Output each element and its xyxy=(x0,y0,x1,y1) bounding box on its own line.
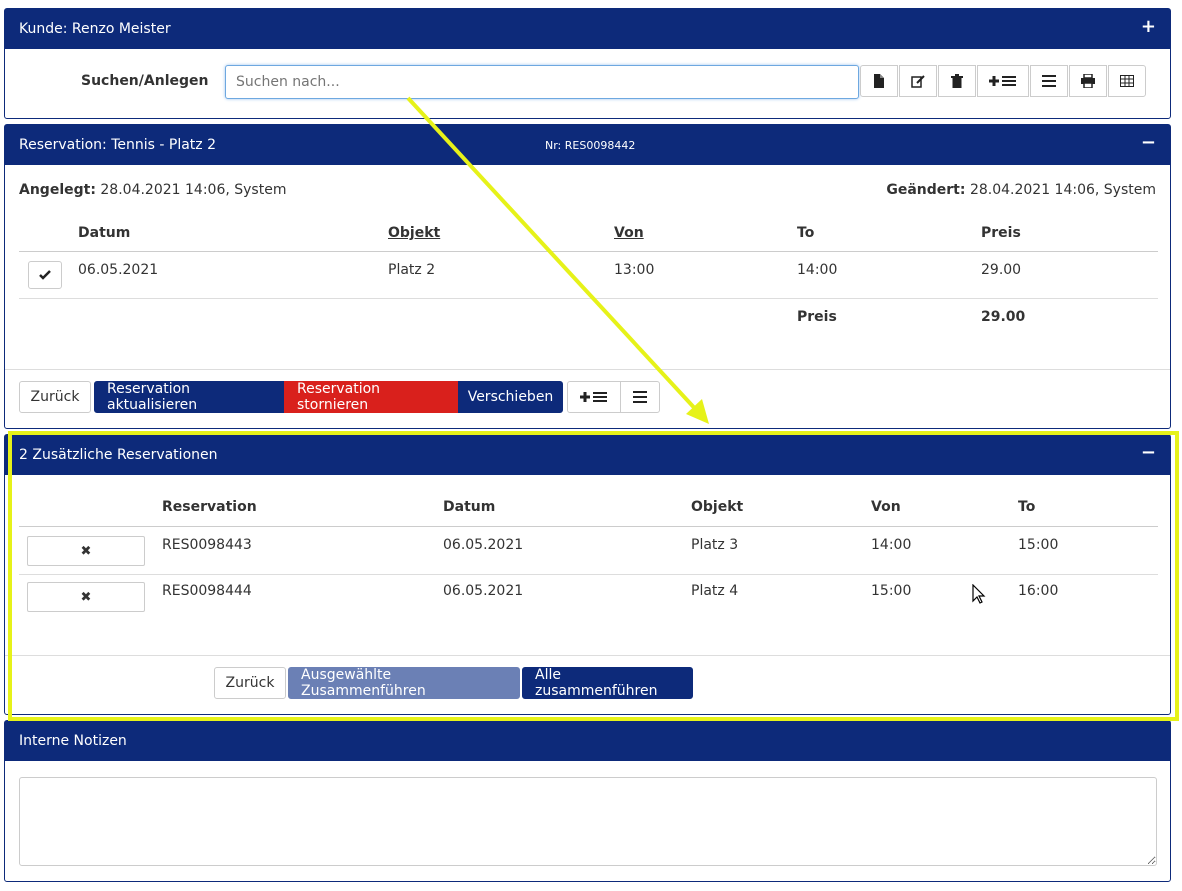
search-label: Suchen/Anlegen xyxy=(81,73,209,89)
collapse-icon[interactable]: − xyxy=(1141,444,1156,462)
header-divider xyxy=(19,251,1158,252)
changed-label: Geändert: xyxy=(886,182,966,198)
close-icon: ✖ xyxy=(80,589,92,605)
row-von: 13:00 xyxy=(614,262,655,278)
move-button[interactable]: Verschieben xyxy=(458,381,563,413)
col-datum: Datum xyxy=(78,225,131,241)
confirm-button[interactable] xyxy=(28,261,62,289)
customer-toolbar xyxy=(860,65,1150,97)
new-document-icon[interactable] xyxy=(860,65,898,97)
list-button[interactable] xyxy=(620,381,660,413)
print-icon[interactable] xyxy=(1069,65,1107,97)
collapse-icon[interactable]: − xyxy=(1141,134,1156,152)
customer-title: Kunde: Renzo Meister xyxy=(19,21,171,37)
row-objekt: Platz 2 xyxy=(388,262,436,278)
row-reservation: RES0098444 xyxy=(162,583,252,599)
list-icon[interactable] xyxy=(1030,65,1068,97)
col-to: To xyxy=(1018,499,1036,515)
back-button[interactable]: Zurück xyxy=(19,381,91,413)
trash-icon[interactable] xyxy=(938,65,976,97)
row-datum: 06.05.2021 xyxy=(443,537,524,553)
total-value: 29.00 xyxy=(981,309,1026,325)
row-to: 16:00 xyxy=(1018,583,1059,599)
row-reservation: RES0098443 xyxy=(162,537,252,553)
remove-row-button[interactable]: ✖ xyxy=(27,582,145,612)
row-von: 15:00 xyxy=(871,583,912,599)
row-divider xyxy=(19,574,1158,575)
customer-panel-header: Kunde: Renzo Meister + xyxy=(5,9,1170,49)
total-label: Preis xyxy=(797,309,837,325)
col-objekt[interactable]: Objekt xyxy=(388,225,440,241)
row-to: 14:00 xyxy=(797,262,838,278)
row-divider xyxy=(19,298,1158,299)
footer-divider xyxy=(5,369,1170,370)
col-objekt: Objekt xyxy=(691,499,744,515)
created-label: Angelegt: xyxy=(19,182,96,198)
notes-title: Interne Notizen xyxy=(19,733,127,749)
changed-value: 28.04.2021 14:06, System xyxy=(969,182,1156,198)
col-reservation: Reservation xyxy=(162,499,257,515)
add-list-icon xyxy=(580,392,607,402)
customer-panel: Kunde: Renzo Meister + Suchen/Anlegen xyxy=(4,8,1171,119)
reservation-number: Nr: RES0098442 xyxy=(545,138,636,152)
reservation-panel-header: Reservation: Tennis - Platz 2 Nr: RES009… xyxy=(5,125,1170,165)
notes-panel: Interne Notizen xyxy=(4,720,1171,882)
additional-panel-header: 2 Zusätzliche Reservationen − xyxy=(5,435,1170,475)
col-datum: Datum xyxy=(443,499,496,515)
close-icon: ✖ xyxy=(80,543,92,559)
col-to: To xyxy=(797,225,815,241)
mouse-cursor-icon xyxy=(972,584,986,604)
list-icon xyxy=(633,391,647,403)
add-list-button[interactable] xyxy=(567,381,621,413)
footer-divider xyxy=(5,655,1170,656)
notes-panel-header: Interne Notizen xyxy=(5,721,1170,761)
col-von[interactable]: Von xyxy=(614,225,644,241)
expand-icon[interactable]: + xyxy=(1141,18,1156,36)
remove-row-button[interactable]: ✖ xyxy=(27,536,145,566)
row-objekt: Platz 4 xyxy=(691,583,739,599)
row-to: 15:00 xyxy=(1018,537,1059,553)
notes-textarea[interactable] xyxy=(19,777,1157,866)
additional-reservations-panel: 2 Zusätzliche Reservationen − Reservatio… xyxy=(4,434,1171,715)
changed-info: Geändert: 28.04.2021 14:06, System xyxy=(886,182,1156,198)
additional-title: 2 Zusätzliche Reservationen xyxy=(19,447,218,463)
reservation-panel: Reservation: Tennis - Platz 2 Nr: RES009… xyxy=(4,124,1171,429)
row-preis: 29.00 xyxy=(981,262,1022,278)
edit-icon[interactable] xyxy=(899,65,937,97)
created-value: 28.04.2021 14:06, System xyxy=(100,182,287,198)
back-button[interactable]: Zurück xyxy=(214,667,286,699)
header-divider xyxy=(19,526,1158,527)
row-datum: 06.05.2021 xyxy=(78,262,159,278)
row-von: 14:00 xyxy=(871,537,912,553)
row-objekt: Platz 3 xyxy=(691,537,739,553)
merge-all-button[interactable]: Alle zusammenführen xyxy=(522,667,693,699)
col-preis: Preis xyxy=(981,225,1021,241)
update-reservation-button[interactable]: Reservation aktualisieren xyxy=(94,381,284,413)
table-icon[interactable] xyxy=(1108,65,1146,97)
col-von: Von xyxy=(871,499,901,515)
add-list-icon[interactable] xyxy=(977,65,1029,97)
search-input[interactable] xyxy=(225,65,859,99)
check-icon xyxy=(39,270,51,280)
merge-selected-button[interactable]: Ausgewählte Zusammenführen xyxy=(288,667,520,699)
cancel-reservation-button[interactable]: Reservation stornieren xyxy=(284,381,458,413)
created-info: Angelegt: 28.04.2021 14:06, System xyxy=(19,182,286,198)
reservation-title: Reservation: Tennis - Platz 2 xyxy=(19,137,216,153)
row-datum: 06.05.2021 xyxy=(443,583,524,599)
